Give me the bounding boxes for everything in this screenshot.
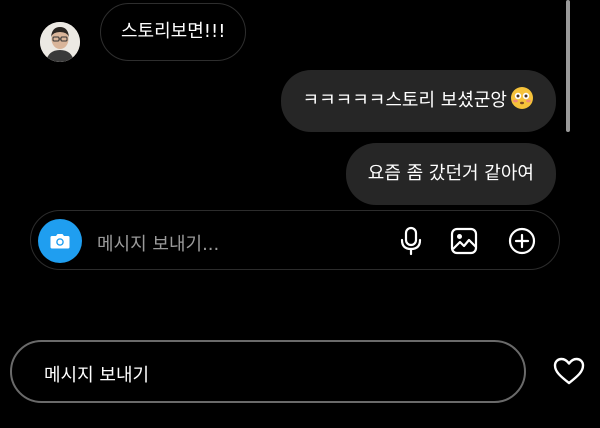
message-composer[interactable]: 메시지 보내기... bbox=[30, 210, 560, 270]
bottom-message-input[interactable]: 메시지 보내기 bbox=[10, 340, 526, 403]
message-bubble-sent[interactable]: 요즘 좀 갔던거 같아여 bbox=[345, 143, 556, 205]
message-text: ㅋㅋㅋㅋㅋ스토리 보셨군앙 bbox=[302, 90, 507, 111]
image-icon bbox=[450, 227, 478, 255]
camera-button[interactable] bbox=[38, 219, 82, 263]
plus-circle-icon bbox=[508, 227, 536, 255]
message-text: 요즘 좀 갔던거 같아여 bbox=[367, 163, 534, 184]
microphone-button[interactable] bbox=[395, 225, 427, 257]
message-bubble-received[interactable]: 스토리보면!!! bbox=[100, 3, 247, 61]
scrollbar[interactable] bbox=[566, 0, 570, 132]
dm-screen: 스토리보면!!! ㅋㅋㅋㅋㅋ스토리 보셨군앙 요즘 좀 갔던거 같아여 메시지 … bbox=[0, 0, 600, 428]
add-button[interactable] bbox=[506, 225, 538, 257]
message-input[interactable]: 메시지 보내기... bbox=[97, 230, 219, 256]
like-button[interactable] bbox=[552, 354, 586, 388]
camera-icon bbox=[50, 234, 70, 249]
gallery-button[interactable] bbox=[448, 225, 480, 257]
microphone-icon bbox=[400, 226, 422, 256]
message-bubble-sent[interactable]: ㅋㅋㅋㅋㅋ스토리 보셨군앙 bbox=[280, 70, 556, 132]
message-text: 스토리보면!!! bbox=[121, 21, 226, 42]
flushed-face-icon bbox=[510, 86, 534, 116]
avatar[interactable] bbox=[40, 22, 80, 62]
avatar-image bbox=[40, 22, 80, 62]
heart-icon bbox=[553, 357, 585, 385]
bottom-message-placeholder: 메시지 보내기 bbox=[44, 365, 150, 386]
